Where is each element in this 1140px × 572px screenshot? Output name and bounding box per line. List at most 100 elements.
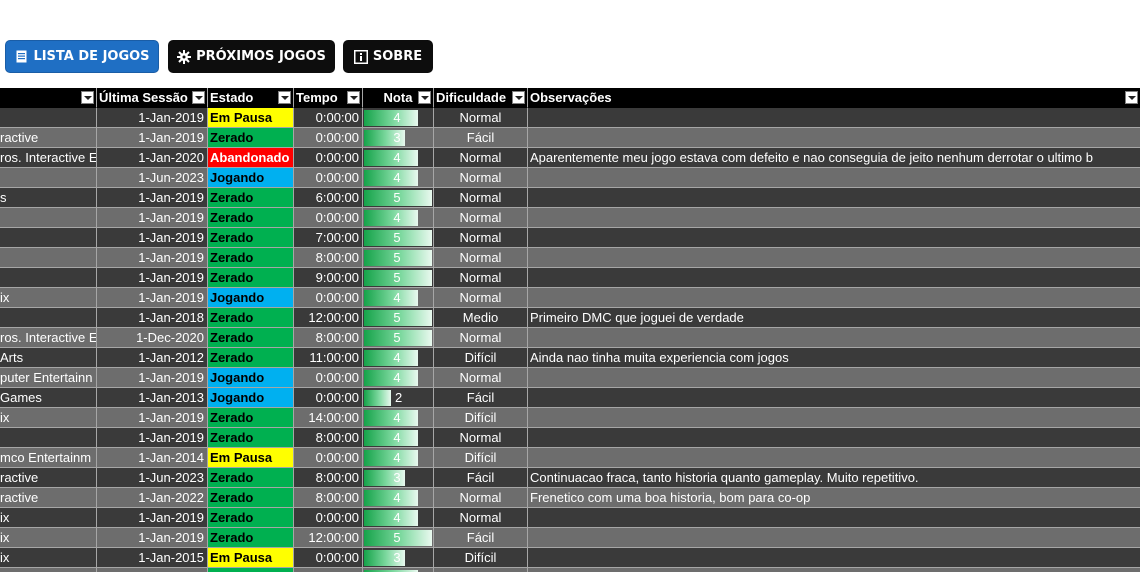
cell-nota[interactable]: 3 bbox=[363, 468, 434, 488]
cell-observacoes[interactable]: Frenetico com uma boa historia, bom para… bbox=[528, 488, 1140, 508]
cell-dificuldade[interactable]: Fácil bbox=[434, 388, 528, 408]
cell-observacoes[interactable] bbox=[528, 248, 1140, 268]
cell-jogo[interactable] bbox=[0, 108, 97, 128]
cell-nota[interactable]: 3 bbox=[363, 548, 434, 568]
cell-tempo[interactable]: 0:00:00 bbox=[294, 168, 363, 188]
cell-estado[interactable]: Zerado bbox=[208, 408, 294, 428]
cell-jogo[interactable] bbox=[0, 228, 97, 248]
cell-nota[interactable]: 5 bbox=[363, 528, 434, 548]
cell-jogo[interactable]: ix bbox=[0, 528, 97, 548]
cell-dificuldade[interactable]: Medio bbox=[434, 308, 528, 328]
cell-tempo[interactable]: 8:00:00 bbox=[294, 488, 363, 508]
cell-jogo[interactable] bbox=[0, 248, 97, 268]
cell-ultima-sessao[interactable]: 1-Jan-2018 bbox=[97, 308, 208, 328]
cell-jogo[interactable]: ix bbox=[0, 408, 97, 428]
cell-jogo[interactable]: ix bbox=[0, 508, 97, 528]
cell-estado[interactable]: Jogando bbox=[208, 368, 294, 388]
cell-jogo[interactable] bbox=[0, 208, 97, 228]
cell-tempo[interactable]: 0:00:00 bbox=[294, 448, 363, 468]
cell-ultima-sessao[interactable]: 1-Jan-2019 bbox=[97, 428, 208, 448]
cell-nota[interactable]: 4 bbox=[363, 448, 434, 468]
cell-tempo[interactable]: 14:00:00 bbox=[294, 408, 363, 428]
cell-jogo[interactable]: ractive bbox=[0, 128, 97, 148]
cell-jogo[interactable]: ix bbox=[0, 548, 97, 568]
cell-observacoes[interactable]: Ainda nao tinha muita experiencia com jo… bbox=[528, 348, 1140, 368]
cell-nota[interactable]: 5 bbox=[363, 328, 434, 348]
cell-tempo[interactable]: 6:00:00 bbox=[294, 188, 363, 208]
cell-ultima-sessao[interactable]: 1-Jan-2014 bbox=[97, 448, 208, 468]
cell-estado[interactable]: Zerado bbox=[208, 268, 294, 288]
cell-ultima-sessao[interactable]: 1-Jan-2019 bbox=[97, 268, 208, 288]
cell-observacoes[interactable]: Continuacao fraca, tanto historia quanto… bbox=[528, 468, 1140, 488]
cell-dificuldade[interactable]: Fácil bbox=[434, 128, 528, 148]
cell-observacoes[interactable] bbox=[528, 268, 1140, 288]
cell-ultima-sessao[interactable]: 1-Jan-2019 bbox=[97, 128, 208, 148]
filter-dropdown-icon[interactable] bbox=[1125, 91, 1138, 104]
cell-dificuldade[interactable]: Difícil bbox=[434, 408, 528, 428]
cell-ultima-sessao[interactable]: 1-Jan-2019 bbox=[97, 408, 208, 428]
cell-dificuldade[interactable]: Normal bbox=[434, 488, 528, 508]
cell-nota[interactable]: 5 bbox=[363, 228, 434, 248]
cell-tempo[interactable]: 0:00:00 bbox=[294, 548, 363, 568]
cell-nota[interactable]: 5 bbox=[363, 248, 434, 268]
cell-dificuldade[interactable]: Normal bbox=[434, 108, 528, 128]
cell-tempo[interactable]: 0:00:00 bbox=[294, 288, 363, 308]
cell-tempo[interactable]: 8:00:00 bbox=[294, 468, 363, 488]
cell-nota[interactable]: 5 bbox=[363, 268, 434, 288]
cell-estado[interactable]: Zerado bbox=[208, 428, 294, 448]
cell-estado[interactable]: Em Pausa bbox=[208, 108, 294, 128]
filter-dropdown-icon[interactable] bbox=[81, 91, 94, 104]
cell-jogo[interactable] bbox=[0, 168, 97, 188]
cell-jogo[interactable] bbox=[0, 308, 97, 328]
cell-tempo[interactable]: 0:00:00 bbox=[294, 508, 363, 528]
cell-ultima-sessao[interactable]: 1-Jun-2023 bbox=[97, 168, 208, 188]
cell-ultima-sessao[interactable]: 1-Jun-2023 bbox=[97, 468, 208, 488]
cell-jogo[interactable]: mco Entertainm bbox=[0, 448, 97, 468]
cell-observacoes[interactable] bbox=[528, 428, 1140, 448]
cell-observacoes[interactable] bbox=[528, 288, 1140, 308]
cell-observacoes[interactable] bbox=[528, 368, 1140, 388]
cell-ultima-sessao[interactable]: 1-Jan-2019 bbox=[97, 368, 208, 388]
cell-tempo[interactable]: 0:00:00 bbox=[294, 128, 363, 148]
cell-jogo[interactable]: Games bbox=[0, 388, 97, 408]
cell-nota[interactable]: 3 bbox=[363, 128, 434, 148]
cell-estado[interactable]: Jogando bbox=[208, 288, 294, 308]
cell-nota[interactable]: 4 bbox=[363, 428, 434, 448]
cell-estado[interactable]: Jogando bbox=[208, 388, 294, 408]
cell-jogo[interactable] bbox=[0, 428, 97, 448]
cell-nota[interactable]: 4 bbox=[363, 288, 434, 308]
cell-estado[interactable]: Zerado bbox=[208, 348, 294, 368]
cell-dificuldade[interactable]: Normal bbox=[434, 428, 528, 448]
cell-nota[interactable]: 4 bbox=[363, 168, 434, 188]
cell-observacoes[interactable] bbox=[528, 388, 1140, 408]
cell-observacoes[interactable] bbox=[528, 108, 1140, 128]
cell-dificuldade[interactable]: Fácil bbox=[434, 468, 528, 488]
cell-ultima-sessao[interactable]: 1-Jan-2019 bbox=[97, 288, 208, 308]
cell-ultima-sessao[interactable]: 1-Jan-2019 bbox=[97, 108, 208, 128]
cell-tempo[interactable]: 0:00:00 bbox=[294, 208, 363, 228]
cell-estado[interactable]: Zerado bbox=[208, 568, 294, 572]
cell-ultima-sessao[interactable]: 1-Jan-2015 bbox=[97, 548, 208, 568]
cell-estado[interactable]: Jogando bbox=[208, 168, 294, 188]
cell-nota[interactable]: 4 bbox=[363, 148, 434, 168]
cell-dificuldade[interactable]: Difícil bbox=[434, 448, 528, 468]
cell-dificuldade[interactable]: Normal bbox=[434, 288, 528, 308]
cell-ultima-sessao[interactable]: 1-Jan-2019 bbox=[97, 528, 208, 548]
cell-estado[interactable]: Zerado bbox=[208, 528, 294, 548]
cell-observacoes[interactable] bbox=[528, 168, 1140, 188]
cell-nota[interactable]: 4 bbox=[363, 508, 434, 528]
cell-estado[interactable]: Zerado bbox=[208, 308, 294, 328]
cell-nota[interactable]: 4 bbox=[363, 108, 434, 128]
cell-tempo[interactable]: 0:00:00 bbox=[294, 368, 363, 388]
cell-dificuldade[interactable] bbox=[434, 568, 528, 572]
cell-nota[interactable]: 4 bbox=[363, 368, 434, 388]
cell-dificuldade[interactable]: Normal bbox=[434, 168, 528, 188]
cell-estado[interactable]: Zerado bbox=[208, 468, 294, 488]
cell-ultima-sessao[interactable]: 1-Jan-2019 bbox=[97, 208, 208, 228]
cell-observacoes[interactable] bbox=[528, 208, 1140, 228]
cell-tempo[interactable]: 12:00:00 bbox=[294, 528, 363, 548]
cell-nota[interactable]: 4 bbox=[363, 568, 434, 572]
cell-dificuldade[interactable]: Normal bbox=[434, 228, 528, 248]
cell-ultima-sessao[interactable]: 1-Dec-2020 bbox=[97, 328, 208, 348]
cell-estado[interactable]: Zerado bbox=[208, 228, 294, 248]
